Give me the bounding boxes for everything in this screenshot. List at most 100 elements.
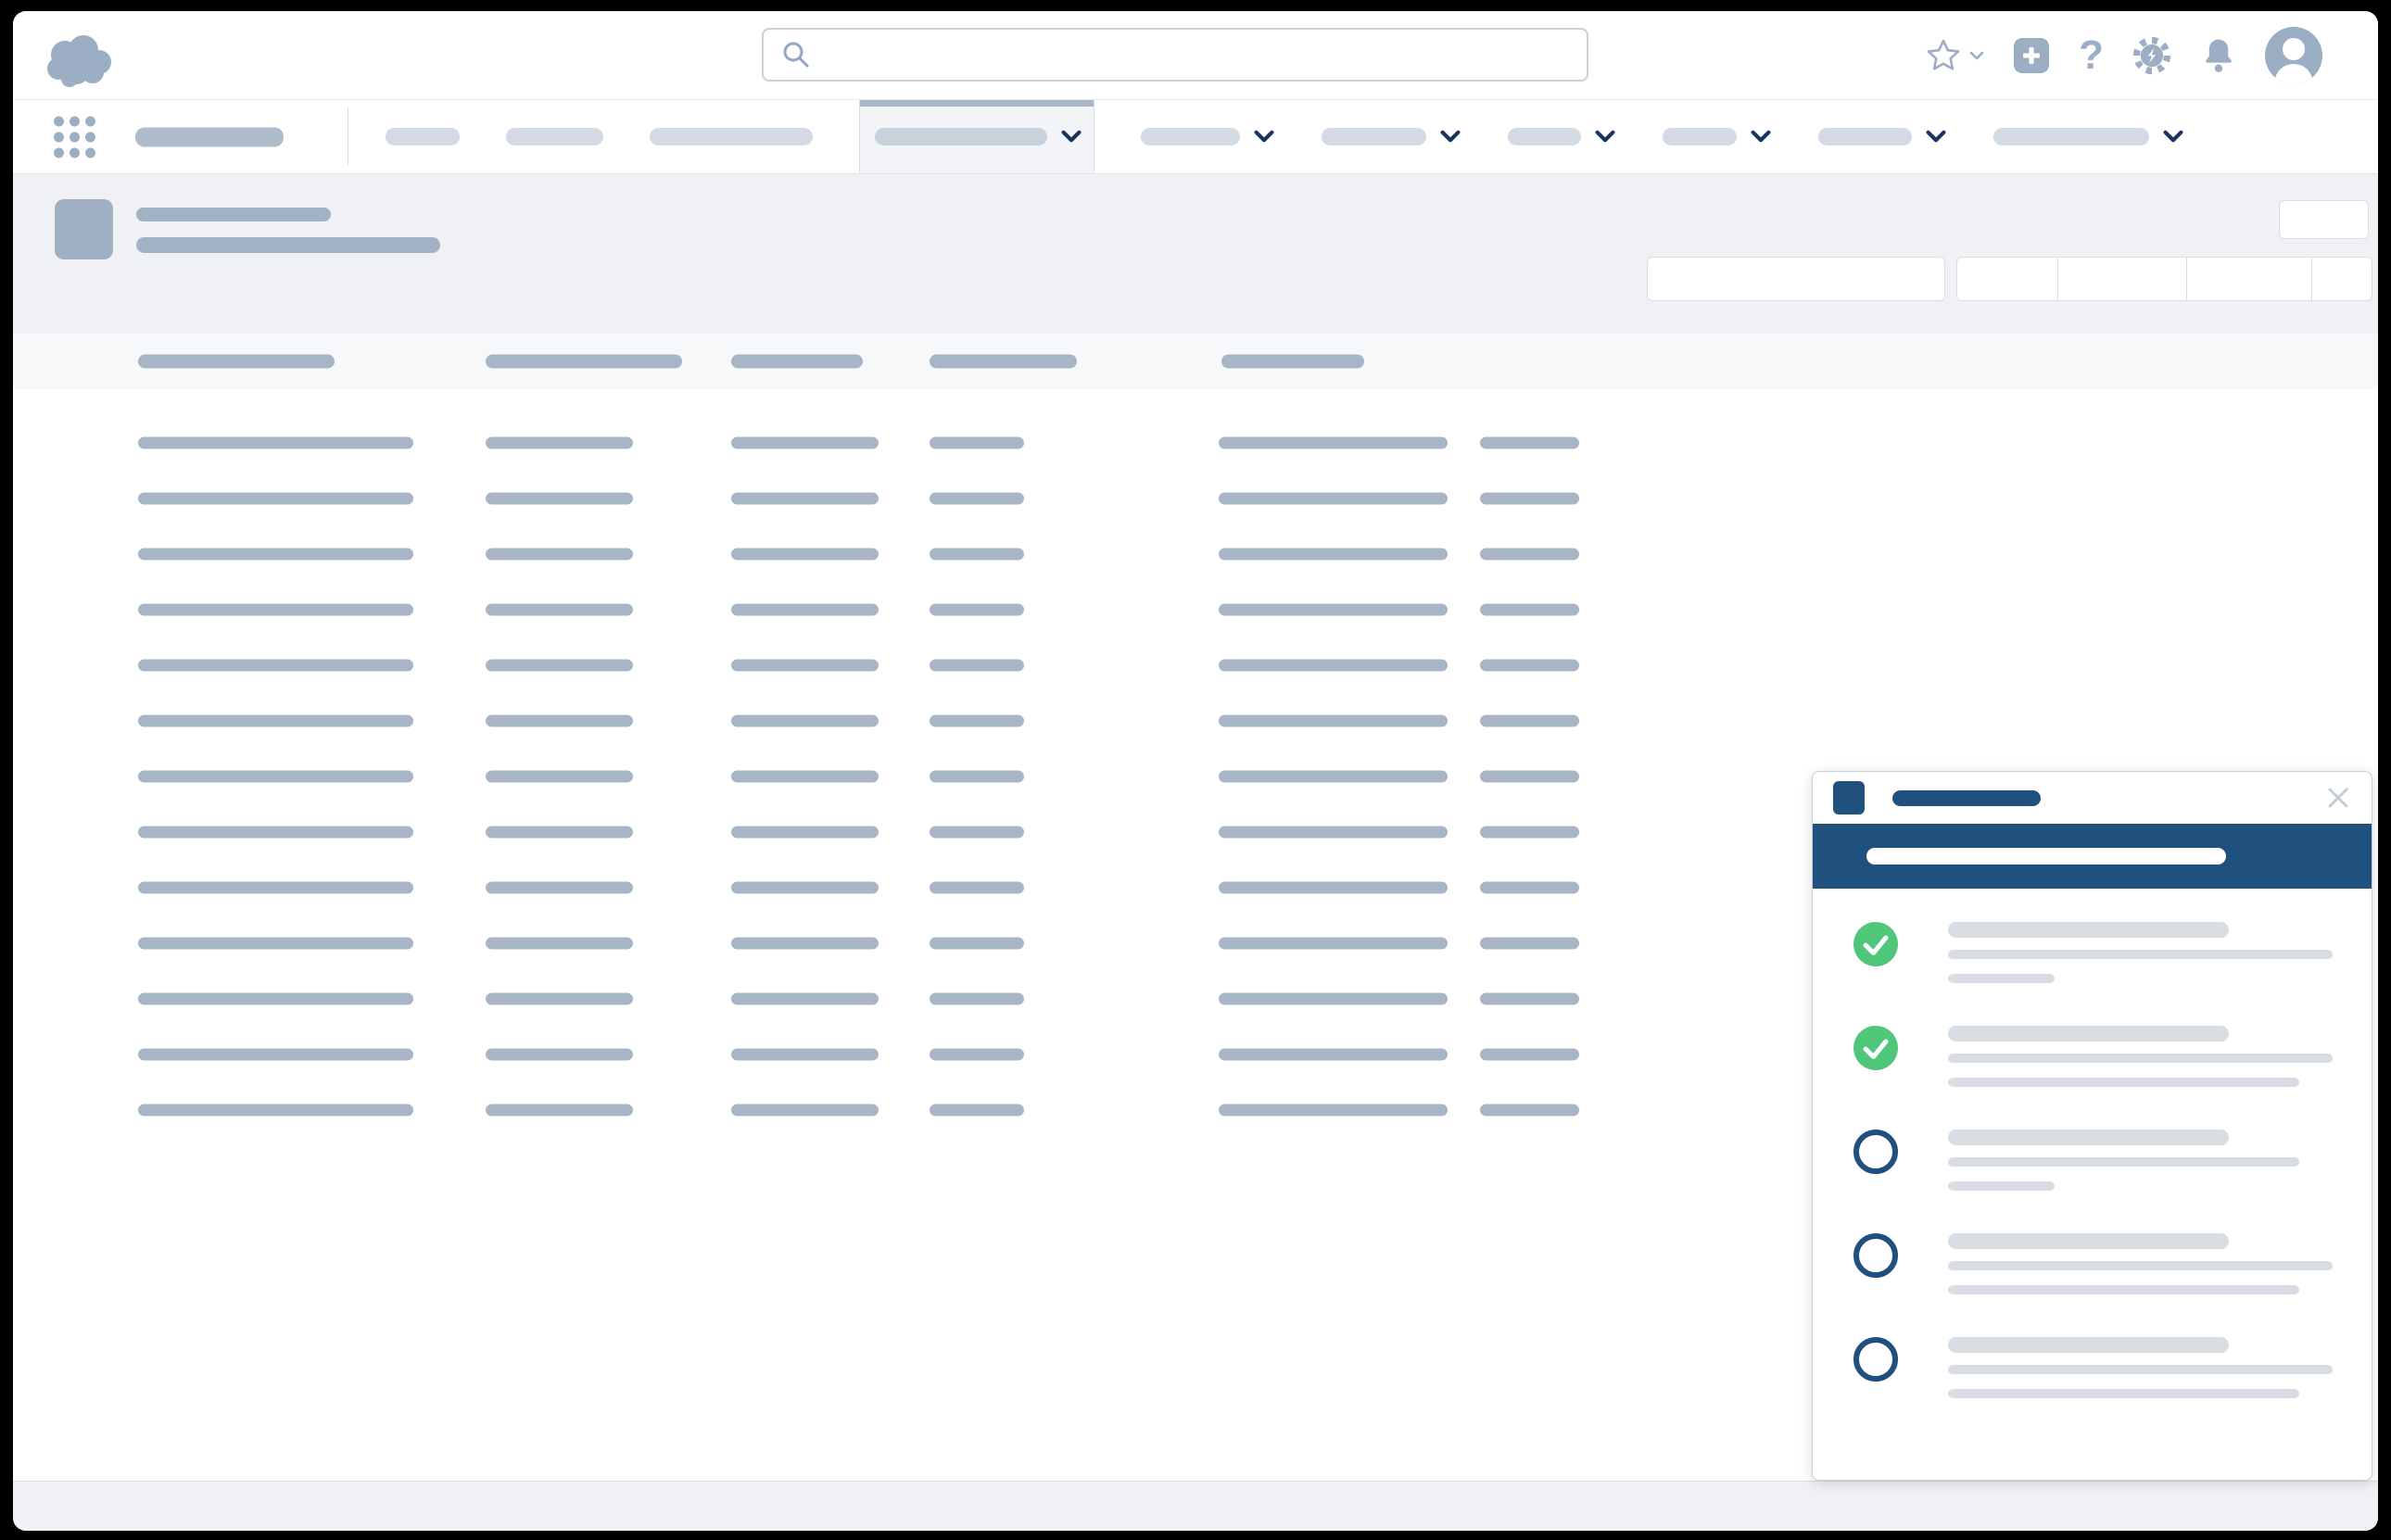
nav-tab[interactable] [1141,128,1275,145]
help-icon[interactable]: ? [2079,35,2104,76]
avatar-head [2283,38,2305,60]
step-status-icon [1853,1026,1898,1070]
close-icon[interactable] [2325,785,2351,811]
favorites-star-icon [1927,39,1960,70]
nav-tab[interactable] [1993,128,2184,145]
favorites-button[interactable] [1925,37,1984,74]
checklist-item[interactable] [1853,922,2334,983]
step-text-placeholder [1948,1337,2333,1398]
cell-placeholder [731,937,879,950]
nav-tab[interactable] [1322,128,1461,145]
popup-title-placeholder [1892,789,2041,806]
chevron-down-icon[interactable] [1253,130,1275,144]
cell-placeholder [1480,770,1579,783]
primary-action-button[interactable] [1647,257,1945,301]
group-button[interactable] [2187,258,2312,300]
chevron-down-icon[interactable] [1969,51,1984,61]
cell-placeholder [1480,603,1579,616]
page-title-placeholder [136,237,440,253]
step-text-placeholder [1948,1233,2333,1294]
cell-placeholder [1480,881,1579,894]
nav-tab[interactable] [859,100,1094,173]
chevron-down-icon[interactable] [2162,130,2184,144]
tab-label-placeholder [506,128,603,145]
cell-placeholder [731,826,879,839]
cell-placeholder [486,714,633,727]
user-avatar[interactable] [2265,27,2322,84]
app-launcher-icon[interactable] [54,116,95,158]
nav-tab[interactable] [386,128,460,145]
global-search-input[interactable] [762,28,1588,82]
cell-placeholder [731,492,879,505]
group-button[interactable] [1957,258,2058,300]
column-header-placeholder [486,354,682,369]
cell-placeholder [930,492,1024,505]
table-row[interactable] [13,693,2378,749]
notifications-bell-icon[interactable] [2200,36,2237,75]
nav-tab[interactable] [1663,128,1772,145]
cell-placeholder [486,826,633,839]
nav-tab[interactable] [1508,128,1616,145]
chevron-down-icon[interactable] [1925,130,1947,144]
checklist [1813,889,2372,1441]
app-window: ? [13,11,2378,1531]
global-header: ? [13,11,2378,100]
quick-create-plus-icon[interactable] [2012,36,2051,75]
cell-placeholder [930,714,1024,727]
cell-placeholder [1219,826,1448,839]
cell-placeholder [486,770,633,783]
column-header-placeholder [731,354,863,369]
cell-placeholder [1480,492,1579,505]
table-row[interactable] [13,471,2378,526]
checklist-item[interactable] [1853,1026,2334,1087]
table-row[interactable] [13,526,2378,582]
cell-placeholder [731,436,879,449]
cell-placeholder [1219,436,1448,449]
cell-placeholder [1219,603,1448,616]
cell-placeholder [1219,770,1448,783]
checklist-item[interactable] [1853,1130,2334,1191]
cell-placeholder [1480,826,1579,839]
tab-label-placeholder [650,128,813,145]
group-button[interactable] [2058,258,2187,300]
chevron-down-icon[interactable] [1439,130,1461,144]
checklist-item[interactable] [1853,1337,2334,1398]
step-status-icon [1853,1130,1898,1174]
step-text-placeholder [1948,1130,2299,1191]
setup-gear-icon[interactable] [2132,35,2172,76]
cell-placeholder [930,826,1024,839]
cell-placeholder [930,603,1024,616]
cell-placeholder [138,992,413,1005]
popup-logo-placeholder [1833,781,1865,814]
app-name-placeholder[interactable] [135,127,284,146]
chevron-down-icon[interactable] [1060,130,1082,144]
cell-placeholder [138,1048,413,1061]
nav-tab[interactable] [506,128,603,145]
header-action-button[interactable] [2279,200,2369,239]
cell-placeholder [1219,659,1448,672]
avatar-shoulders [2275,64,2312,84]
cell-placeholder [138,603,413,616]
column-header-placeholder [930,354,1077,369]
table-row[interactable] [13,415,2378,471]
cell-placeholder [1219,881,1448,894]
group-button[interactable] [2312,258,2372,300]
nav-tab[interactable] [650,128,813,145]
table-row[interactable] [13,582,2378,637]
checklist-item[interactable] [1853,1233,2334,1294]
object-icon-placeholder [55,199,113,259]
chevron-down-icon[interactable] [1594,130,1616,144]
tab-label-placeholder [1322,128,1426,145]
step-status-icon [1853,922,1898,966]
nav-tab[interactable] [1818,128,1947,145]
banner-text-placeholder [1866,848,2226,865]
step-status-icon [1853,1337,1898,1382]
chevron-down-icon[interactable] [1750,130,1772,144]
cloud-logo-icon [47,35,111,87]
table-row[interactable] [13,637,2378,693]
cell-placeholder [731,1104,879,1117]
check-mark-icon [1863,935,1889,955]
cell-placeholder [486,603,633,616]
cell-placeholder [731,992,879,1005]
cell-placeholder [138,770,413,783]
